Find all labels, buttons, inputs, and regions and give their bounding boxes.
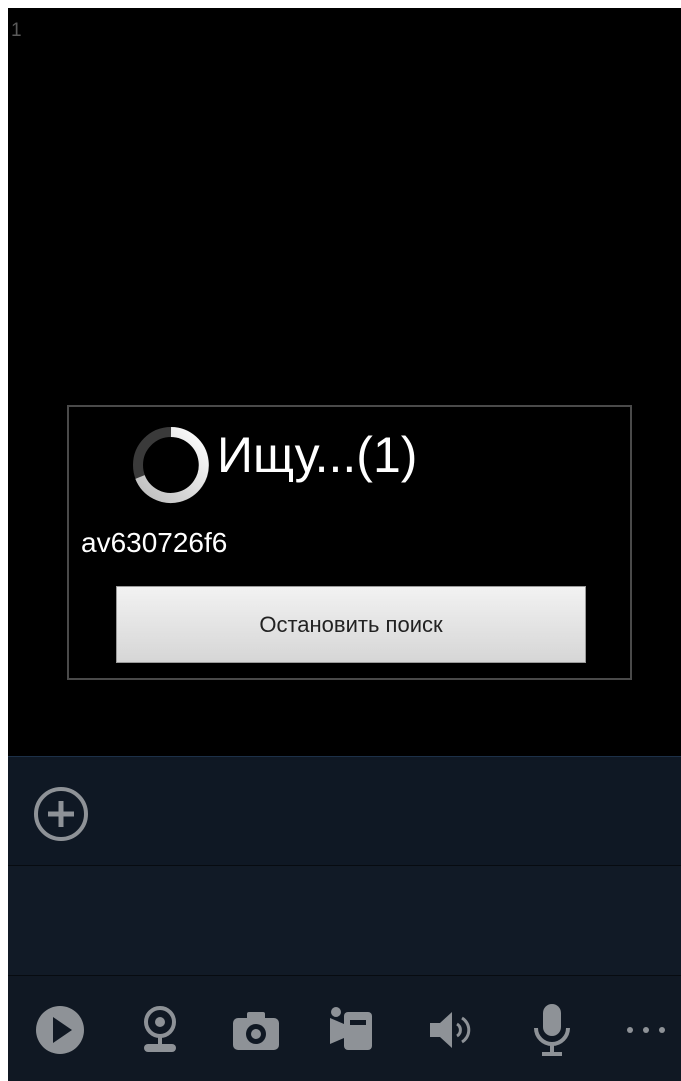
plus-circle-icon[interactable] [32, 785, 90, 843]
app-screen: 1 Ищу...(1) av630726f6 Остановить поиск [8, 8, 681, 1081]
device-id[interactable]: av630726f6 [81, 525, 227, 561]
speaker-icon[interactable] [426, 1002, 478, 1058]
channel-number: 1 [11, 20, 22, 41]
add-bar [8, 756, 681, 866]
search-dialog: Ищу...(1) av630726f6 Остановить поиск [67, 405, 632, 680]
dialog-title: Ищу...(1) [217, 427, 418, 483]
webcam-icon[interactable] [134, 1002, 186, 1058]
microphone-icon[interactable] [526, 1002, 578, 1058]
play-icon[interactable] [34, 1002, 86, 1058]
video-camera-icon[interactable] [326, 1002, 378, 1058]
bottom-toolbar [8, 976, 681, 1081]
more-icon[interactable] [620, 1002, 672, 1058]
camera-icon[interactable] [230, 1002, 282, 1058]
stop-search-button[interactable]: Остановить поиск [116, 586, 586, 663]
device-list-panel [8, 866, 681, 976]
video-area[interactable]: 1 Ищу...(1) av630726f6 Остановить поиск [8, 8, 681, 756]
spinner-icon [133, 427, 209, 503]
